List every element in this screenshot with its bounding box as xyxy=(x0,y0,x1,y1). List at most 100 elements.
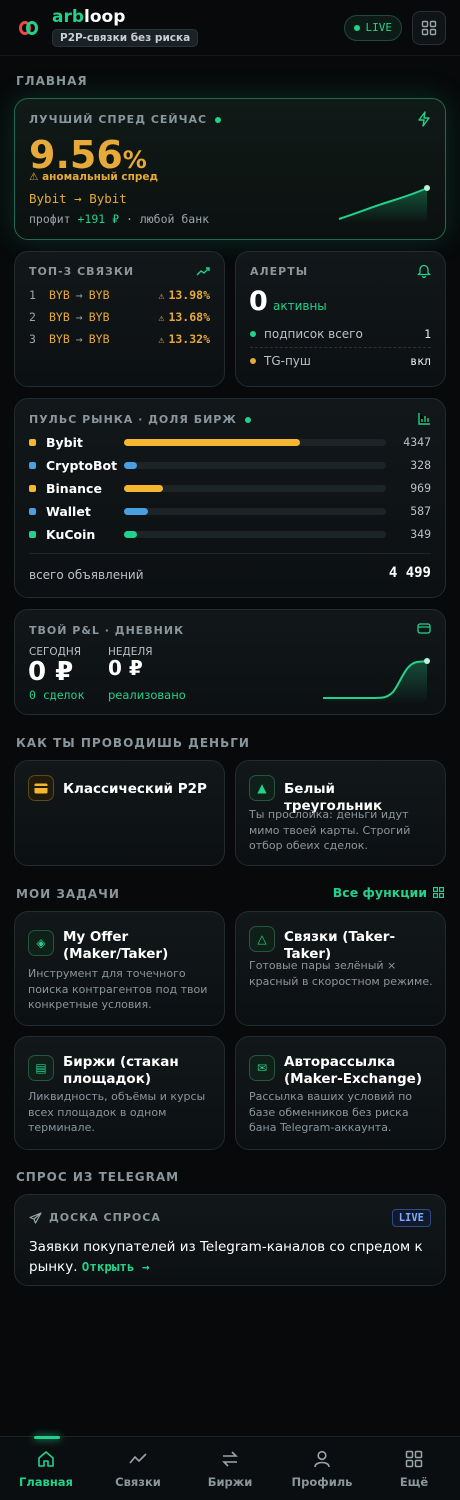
task-my-offer-card[interactable]: ◈ My Offer (Maker/Taker) Инструмент для … xyxy=(14,911,225,1026)
method-desc: Ты прослойка: деньги идут мимо твоей кар… xyxy=(249,808,411,852)
section-title-demand: СПРОС ИЗ TELEGRAM xyxy=(16,1170,180,1184)
task-title: Биржи (стакан площадок) xyxy=(63,1054,179,1087)
top3-row[interactable]: 2 BYB → BYB ⚠ 13.68% xyxy=(29,308,210,326)
task-autobroadcast-card[interactable]: ✉ Авторассылка (Maker-Exchange) Рассылка… xyxy=(235,1036,446,1150)
status-dot-icon xyxy=(215,116,222,123)
grid-icon xyxy=(433,887,444,898)
status-dot-icon xyxy=(244,416,251,423)
exchange-name: Bybit xyxy=(46,434,83,450)
task-title: Авторассылка (Maker-Exchange) xyxy=(284,1054,422,1087)
best-spread-sparkline xyxy=(338,185,430,223)
chart-line-icon xyxy=(129,1453,147,1464)
logo-icon xyxy=(18,17,40,39)
demand-board-card[interactable]: ДОСКА СПРОСА LIVE Заявки покупателей из … xyxy=(14,1194,446,1286)
exchange-icon xyxy=(222,1451,238,1467)
share-bar xyxy=(124,484,386,492)
top3-row[interactable]: 1 BYB → BYB ⚠ 13.98% xyxy=(29,286,210,304)
exchange-count: 349 xyxy=(410,527,431,541)
pnl-week-sub: реализовано xyxy=(108,688,186,702)
exchange-color-icon xyxy=(29,438,36,446)
nav-profile[interactable]: Профиль xyxy=(276,1437,368,1500)
share-bar-fill xyxy=(124,484,164,492)
exchange-color-icon xyxy=(29,507,36,515)
task-desc: Рассылка ваших условий по базе обменнико… xyxy=(249,1090,413,1134)
pnl-sparkline xyxy=(323,658,430,704)
card-icon xyxy=(28,775,54,801)
task-title: My Offer (Maker/Taker) xyxy=(63,929,169,962)
bar-chart-icon xyxy=(418,413,430,425)
exchange-name: CryptoBot xyxy=(46,457,118,473)
method-classic-p2p-card[interactable]: Классический P2P xyxy=(14,760,225,866)
diamond-icon: ◈ xyxy=(28,930,54,956)
share-bar xyxy=(124,461,386,469)
pulse-row-kucoin[interactable]: KuCoin 349 xyxy=(29,525,431,543)
all-functions-link[interactable]: Все функции xyxy=(333,885,444,900)
exchange-color-icon xyxy=(29,461,36,469)
bell-icon xyxy=(417,264,431,278)
alerts-row-subscriptions: подписок всего 1 xyxy=(250,327,431,341)
alerts-card[interactable]: АЛЕРТЫ 0 активны подписок всего 1 TG-пуш в… xyxy=(235,251,446,387)
top3-label: ТОП-3 СВЯЗКИ xyxy=(29,265,135,278)
pnl-label: ТВОЙ P&L · ДНЕВНИК xyxy=(29,624,185,637)
best-spread-card[interactable]: ЛУЧШИЙ СПРЕД СЕЙЧАС 9.56% ⚠ аномальный с… xyxy=(14,98,446,240)
exchange-color-icon xyxy=(29,530,36,538)
exchange-count: 587 xyxy=(410,504,431,518)
pnl-today-deals: 0 сделок xyxy=(29,688,85,702)
nav-svyazki[interactable]: Связки xyxy=(92,1437,184,1500)
top3-card[interactable]: ТОП-3 СВЯЗКИ 1 BYB → BYB ⚠ 13.98% 2 BYB → BYB ⚠ 13… xyxy=(14,251,225,387)
task-desc: Готовые пары зелёный × красный в скорост… xyxy=(249,959,433,988)
nav-more[interactable]: Ещё xyxy=(368,1437,460,1500)
nav-exchanges[interactable]: Биржи xyxy=(184,1437,276,1500)
best-spread-profit: профит +191 ₽ · любой банк xyxy=(29,212,210,226)
alerts-count: 0 xyxy=(249,286,268,317)
mail-icon: ✉ xyxy=(249,1055,275,1081)
alerts-row-tg-push[interactable]: TG-пуш вкл xyxy=(250,354,431,368)
triangle-icon: ▲ xyxy=(249,775,275,801)
pulse-row-bybit[interactable]: Bybit 4347 xyxy=(29,433,431,451)
exchange-color-icon xyxy=(29,484,36,492)
task-desc: Инструмент для точечного поиска контраге… xyxy=(28,967,208,1011)
grid-icon xyxy=(405,1450,423,1468)
section-title-home: ГЛАВНАЯ xyxy=(16,74,88,88)
brand: arbloop P2P-связки без риска xyxy=(52,8,199,47)
exchange-count: 4347 xyxy=(403,435,431,449)
top3-row[interactable]: 3 BYB → BYB ⚠ 13.32% xyxy=(29,330,210,348)
pnl-card[interactable]: ТВОЙ P&L · ДНЕВНИК СЕГОДНЯ 0 ₽ 0 сделок … xyxy=(14,609,446,715)
section-title-tasks: МОИ ЗАДАЧИ xyxy=(16,887,120,901)
share-bar xyxy=(124,507,386,515)
triangle-outline-icon: △ xyxy=(249,926,275,952)
task-desc: Ликвидность, объёмы и курсы всех площадо… xyxy=(28,1090,206,1134)
alerts-divider xyxy=(250,347,431,348)
best-spread-label: ЛУЧШИЙ СПРЕД СЕЙЧАС xyxy=(29,113,208,126)
exchange-name: Wallet xyxy=(46,503,91,519)
menu-grid-button[interactable] xyxy=(412,10,446,45)
bolt-icon xyxy=(418,111,430,127)
alerts-count-label: активны xyxy=(273,299,327,313)
market-pulse-label: ПУЛЬС РЫНКА · ДОЛЯ БИРЖ xyxy=(29,413,237,426)
wallet-icon xyxy=(417,623,431,634)
trend-up-icon xyxy=(196,267,210,276)
share-bar-fill xyxy=(124,461,138,469)
exchange-count: 969 xyxy=(410,481,431,495)
exchange-name: KuCoin xyxy=(46,526,96,542)
anomaly-warning: ⚠ аномальный спред xyxy=(29,171,158,183)
pnl-week-value: 0 ₽ xyxy=(108,656,143,680)
alerts-label: АЛЕРТЫ xyxy=(250,265,309,278)
task-exchanges-card[interactable]: ▤ Биржи (стакан площадок) Ликвидность, о… xyxy=(14,1036,225,1150)
best-spread-route: Bybit → Bybit xyxy=(29,191,127,206)
pulse-row-cryptobot[interactable]: CryptoBot 328 xyxy=(29,456,431,474)
order-book-icon: ▤ xyxy=(28,1055,54,1081)
method-title: Классический P2P xyxy=(63,781,207,797)
nav-home[interactable]: Главная xyxy=(0,1436,92,1500)
demand-board-label: ДОСКА СПРОСА xyxy=(49,1211,161,1224)
pulse-row-binance[interactable]: Binance 969 xyxy=(29,479,431,497)
exchange-count: 328 xyxy=(410,458,431,472)
user-icon xyxy=(314,1450,330,1468)
market-pulse-card[interactable]: ПУЛЬС РЫНКА · ДОЛЯ БИРЖ Bybit 4347 CryptoB… xyxy=(14,398,446,598)
demand-open-link[interactable]: Открыть → xyxy=(82,1259,150,1274)
live-status-badge[interactable]: LIVE xyxy=(343,14,402,41)
grid-icon xyxy=(421,20,437,35)
task-svyazki-card[interactable]: △ Связки (Taker-Taker) Готовые пары зелё… xyxy=(235,911,446,1026)
pulse-row-wallet[interactable]: Wallet 587 xyxy=(29,502,431,520)
method-white-triangle-card[interactable]: ▲ Белый треугольник Ты прослойка: деньги… xyxy=(235,760,446,866)
